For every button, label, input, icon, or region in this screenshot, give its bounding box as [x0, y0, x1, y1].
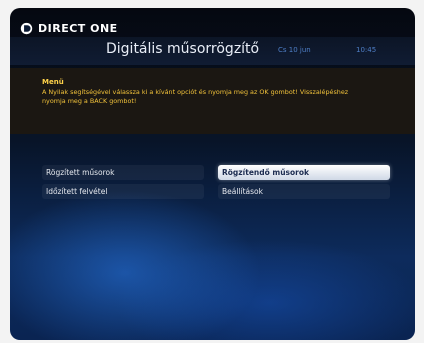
- help-heading: Menü: [42, 78, 64, 86]
- page-header: Digitális műsorrögzítő Cs 10 jun 10:45: [10, 37, 415, 65]
- menu-item-label: Rögzítendő műsorok: [222, 168, 309, 177]
- help-text: A Nyilak segítségével válassza ki a kívá…: [42, 88, 349, 105]
- menu-item-programs-to-record[interactable]: Rögzítendő műsorok: [218, 165, 390, 180]
- brand-logo: DIRECT ONE: [20, 21, 118, 35]
- menu-item-label: Rögzített műsorok: [46, 168, 115, 177]
- menu-item-label: Beállítások: [222, 187, 263, 196]
- brand-logo-text: DIRECT ONE: [38, 21, 118, 35]
- menu-item-settings[interactable]: Beállítások: [218, 184, 390, 199]
- help-panel: Menü A Nyilak segítségével válassza ki a…: [10, 68, 415, 134]
- header-date: Cs 10 jun: [278, 46, 311, 54]
- menu-item-recorded-programs[interactable]: Rögzített műsorok: [42, 165, 204, 180]
- tv-screen: DIRECT ONE Digitális műsorrögzítő Cs 10 …: [10, 8, 415, 340]
- direct-one-logo-icon: [20, 22, 33, 34]
- header-time: 10:45: [356, 46, 377, 54]
- menu-item-timed-recording[interactable]: Időzített felvétel: [42, 184, 204, 199]
- menu-item-label: Időzített felvétel: [46, 187, 108, 196]
- page-title: Digitális műsorrögzítő: [106, 41, 260, 57]
